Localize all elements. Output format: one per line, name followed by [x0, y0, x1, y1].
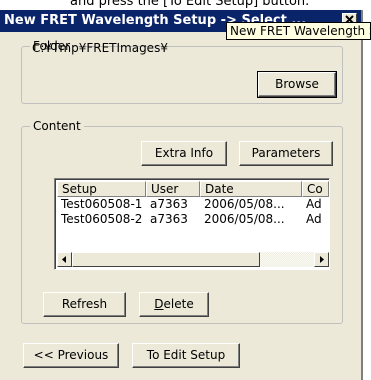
list-header: Setup User Date Co: [57, 181, 329, 197]
setup-list[interactable]: Setup User Date Co Test060508-1 a7363 20…: [54, 178, 330, 270]
instruction-caption-text: and press the [To Edit Setup] button.: [70, 0, 310, 9]
cell-setup: Test060508-2: [61, 212, 143, 226]
to-edit-setup-button[interactable]: To Edit Setup: [132, 343, 240, 368]
column-header-date[interactable]: Date: [200, 181, 302, 197]
cell-setup: Test060508-1: [61, 197, 143, 211]
folder-path: C:¥Tmp¥FRETImages¥: [32, 41, 168, 55]
browse-button[interactable]: Browse: [257, 71, 337, 98]
previous-button[interactable]: << Previous: [23, 343, 119, 368]
delete-button-label: Delete: [154, 297, 194, 311]
cell-user: a7363: [150, 197, 188, 211]
scroll-left-button[interactable]: [57, 252, 72, 267]
column-header-comment[interactable]: Co: [302, 181, 329, 197]
cell-user: a7363: [150, 212, 188, 226]
cell-date: 2006/05/08...: [204, 212, 285, 226]
triangle-left-icon: [62, 256, 66, 263]
cell-comment: Ad: [306, 197, 322, 211]
cell-date: 2006/05/08...: [204, 197, 285, 211]
triangle-right-icon: [320, 256, 324, 263]
dialog-window: New FRET Wavelength Setup -> Select ... …: [0, 10, 363, 380]
scroll-thumb[interactable]: [72, 252, 260, 267]
table-row[interactable]: Test060508-2 a7363 2006/05/08... Ad: [57, 212, 329, 227]
refresh-button[interactable]: Refresh: [43, 292, 126, 317]
title-tooltip: New FRET Wavelength Setup -> Select: [226, 22, 371, 40]
column-header-setup[interactable]: Setup: [57, 181, 146, 197]
column-header-user[interactable]: User: [146, 181, 200, 197]
delete-button[interactable]: Delete: [139, 292, 209, 317]
content-group-legend: Content: [30, 119, 84, 133]
extra-info-button[interactable]: Extra Info: [141, 141, 227, 166]
horizontal-scrollbar[interactable]: [57, 252, 329, 267]
table-row[interactable]: Test060508-1 a7363 2006/05/08... Ad: [57, 197, 329, 212]
instruction-caption: and press the [To Edit Setup] button.: [0, 0, 371, 10]
scroll-right-button[interactable]: [314, 252, 329, 267]
cell-comment: Ad: [306, 212, 322, 226]
parameters-button[interactable]: Parameters: [239, 141, 333, 166]
